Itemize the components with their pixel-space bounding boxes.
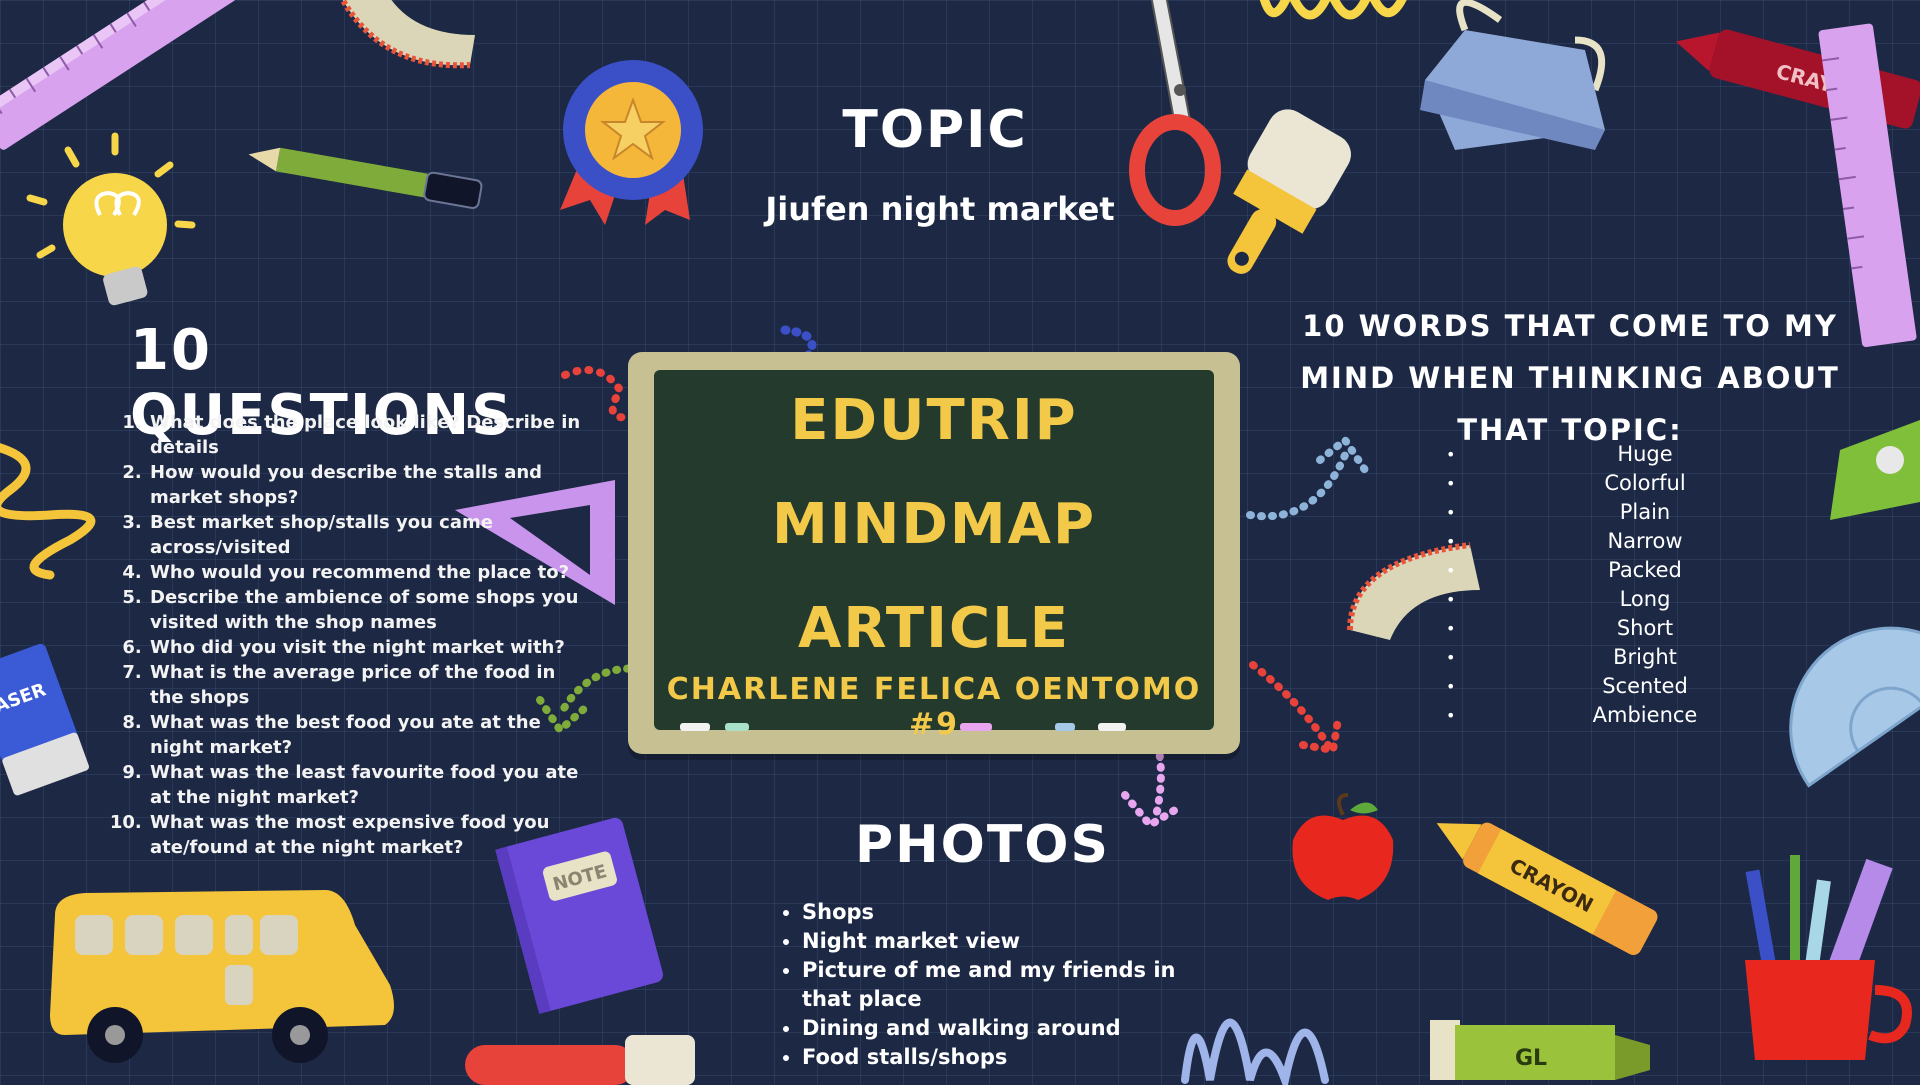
question-item: Who did you visit the night market with? [148,635,588,660]
word-item: Plain [1420,498,1870,527]
school-bus-icon [50,890,394,1063]
question-item: Describe the ambience of some shops you … [148,585,588,635]
photo-item: Shops [802,898,1222,927]
glue-label: GL [1515,1046,1547,1071]
chalk-piece [960,723,992,731]
question-item: Who would you recommend the place to? [148,560,588,585]
chalk-piece [725,723,749,731]
ruler-icon [0,0,236,150]
question-item: Best market shop/stalls you came across/… [148,510,588,560]
photo-item: Picture of me and my friends in that pla… [802,956,1222,1014]
question-item: What was the least favourite food you at… [148,760,588,810]
eraser-icon: ASER [0,643,89,796]
word-item: Huge [1420,440,1870,469]
word-item: Ambience [1420,701,1870,730]
award-ribbon-icon [560,60,703,225]
yellow-squiggle-icon [1259,0,1407,20]
word-item: Bright [1420,643,1870,672]
question-item: What was the best food you ate at the ni… [148,710,588,760]
yellow-crayon-icon: CRAYON [1436,822,1658,955]
word-item: Narrow [1420,527,1870,556]
word-item: Packed [1420,556,1870,585]
topic-value: Jiufen night market [765,190,1115,228]
board-title-line1: EDUTRIP [790,388,1078,453]
board-author: CHARLENE FELICA OENTOMO #9 [666,672,1202,742]
topic-heading: TOPIC [842,100,1028,160]
board-title-line3: ARTICLE [797,596,1070,661]
board-title-line2: MINDMAP [771,492,1097,557]
question-item: What was the most expensive food you ate… [148,810,588,860]
glue-tube-icon: GL [1430,1020,1650,1080]
word-item: Scented [1420,672,1870,701]
pen-cup-icon [1745,855,1912,1060]
photos-heading: PHOTOS [855,815,1110,875]
word-item: Long [1420,585,1870,614]
binder-clip-icon [1420,0,1606,150]
question-item: How would you describe the stalls and ma… [148,460,588,510]
question-item: What does the place look like? Describe … [148,410,588,460]
yellow-zigzag-icon [0,443,96,580]
light-bulb-icon [26,132,196,306]
pencil-icon [248,147,483,209]
photo-item: Food stalls/shops [802,1043,1222,1072]
questions-list: What does the place look like? Describe … [118,410,588,860]
photo-item: Dining and walking around [802,1014,1222,1043]
paint-brush-icon [1227,109,1351,274]
chalk-piece [1055,723,1075,731]
word-item: Short [1420,614,1870,643]
red-arrow-icon [1249,661,1342,755]
photos-list: Shops Night market view Picture of me an… [780,898,1222,1072]
chalk-piece [1098,723,1126,731]
question-item: What is the average price of the food in… [148,660,588,710]
apple-icon [1292,793,1394,900]
words-heading: 10 WORDS THAT COME TO MY MIND WHEN THINK… [1300,309,1840,447]
paint-brush-icon [465,1035,695,1085]
pencil-shaving-icon [339,0,475,69]
chalk-piece [680,723,710,731]
word-item: Colorful [1420,469,1870,498]
words-list: Huge Colorful Plain Narrow Packed Long S… [1420,440,1870,730]
photo-item: Night market view [802,927,1222,956]
